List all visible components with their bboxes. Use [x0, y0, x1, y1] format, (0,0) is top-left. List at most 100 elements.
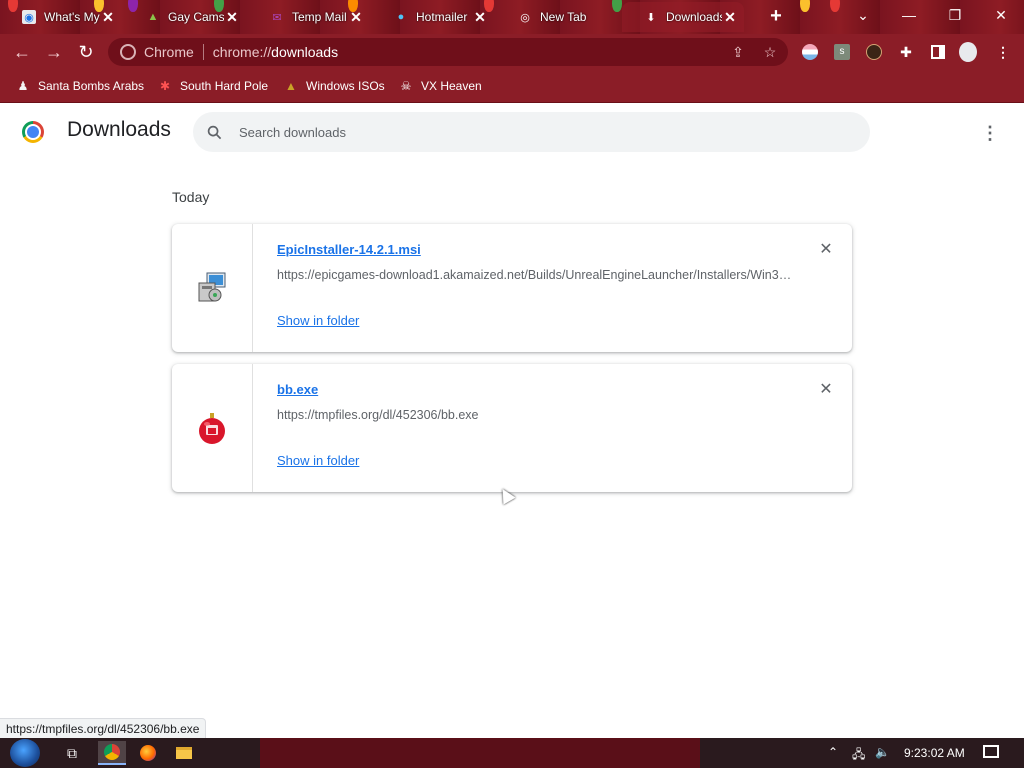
download-source-url: https://epicgames-download1.akamaized.ne… — [277, 268, 797, 282]
arrow-right-icon: → — [45, 41, 63, 62]
extension-avatar-icon[interactable] — [865, 43, 883, 61]
start-button[interactable] — [10, 739, 40, 767]
chrome-logo-icon — [22, 121, 44, 143]
remove-download-button[interactable]: ✕ — [816, 240, 836, 260]
extensions-puzzle-icon[interactable]: ✚ — [897, 43, 915, 61]
close-icon: ✕ — [819, 381, 833, 398]
close-icon[interactable]: ✕ — [100, 9, 116, 25]
back-button[interactable]: ← — [10, 40, 34, 64]
url-path: downloads — [271, 44, 339, 60]
firefox-icon — [140, 745, 156, 761]
network-icon[interactable]: 🖧 — [852, 745, 865, 766]
bookmark-santa-bombs-arabs[interactable]: ♟ Santa Bombs Arabs — [16, 76, 144, 96]
more-actions-button[interactable]: ⋮ — [980, 121, 1000, 145]
address-bar[interactable]: Chrome chrome://downloads — [108, 38, 788, 66]
date-heading: Today — [172, 189, 210, 205]
globe-icon: ● — [397, 11, 405, 23]
tab-gay-cams[interactable]: ▲ Gay Cams ✕ — [124, 2, 246, 32]
taskbar: ⧉ ⌃ 🖧 🔈 9:23:02 AM — [0, 738, 1024, 768]
show-in-folder-link[interactable]: Show in folder — [277, 453, 359, 468]
flag-icon — [802, 44, 818, 60]
star-icon[interactable]: ☆ — [761, 43, 779, 61]
face-icon — [866, 44, 882, 60]
page-title: Downloads — [67, 118, 171, 141]
task-view-icon: ⧉ — [67, 744, 77, 761]
status-bubble: https://tmpfiles.org/dl/452306/bb.exe — [0, 718, 207, 740]
bookmarks-bar: ♟ Santa Bombs Arabs ✱ South Hard Pole ▲ … — [0, 70, 1024, 103]
tab-downloads[interactable]: ⬇ Downloads ✕ — [622, 2, 744, 32]
close-icon[interactable]: ✕ — [722, 9, 738, 25]
file-icon-column — [172, 364, 253, 492]
tab-hotmailer[interactable]: ● Hotmailer ✕ — [372, 2, 494, 32]
download-icon: ⬇ — [646, 11, 656, 24]
bookmark-windows-isos[interactable]: ▲ Windows ISOs — [284, 76, 385, 96]
profile-button[interactable] — [959, 42, 977, 62]
show-hidden-icons-button[interactable]: ⌃ — [828, 745, 838, 759]
remove-download-button[interactable]: ✕ — [816, 380, 836, 400]
bookmark-south-hard-pole[interactable]: ✱ South Hard Pole — [158, 76, 268, 96]
restore-icon: ❐ — [948, 6, 962, 23]
clock[interactable]: 9:23:02 AM — [904, 746, 965, 760]
reload-button[interactable]: ↻ — [74, 40, 98, 64]
show-in-folder-link[interactable]: Show in folder — [277, 313, 359, 328]
download-item: bb.exe https://tmpfiles.org/dl/452306/bb… — [172, 364, 852, 492]
chevron-down-icon: ⌄ — [857, 6, 869, 23]
menu-kebab-icon[interactable]: ⋮ — [994, 43, 1012, 61]
minimize-icon: — — [902, 7, 916, 23]
tab-label: Downloads — [666, 10, 722, 24]
close-icon: ✕ — [819, 241, 833, 258]
tab-whats-my[interactable]: ◉ What's My ✕ — [0, 2, 122, 32]
restore-button[interactable]: ❐ — [932, 0, 978, 30]
taskbar-wallpaper-tint — [260, 738, 700, 768]
extension-flag-icon[interactable] — [801, 43, 819, 61]
bookmark-label: South Hard Pole — [180, 79, 269, 93]
action-center-button[interactable] — [983, 745, 999, 758]
taskbar-firefox[interactable] — [134, 741, 162, 765]
bookmark-vx-heaven[interactable]: ☠ VX Heaven — [399, 76, 482, 96]
task-view-button[interactable]: ⧉ — [58, 741, 86, 765]
globe-icon: ◉ — [22, 10, 36, 24]
extension-s-icon[interactable]: s — [833, 43, 851, 61]
forward-button[interactable]: → — [42, 40, 66, 64]
tab-new-tab[interactable]: ◎ New Tab — [496, 2, 618, 32]
search-icon — [206, 124, 222, 140]
close-icon[interactable]: ✕ — [224, 9, 240, 25]
tab-search-button[interactable]: ⌄ — [840, 0, 886, 30]
downloads-page: Downloads ⋮ Today EpicInstaller-14.2.1.m… — [0, 103, 1024, 738]
taskbar-file-explorer[interactable] — [170, 741, 198, 765]
download-filename-link[interactable]: EpicInstaller-14.2.1.msi — [277, 242, 421, 257]
side-panel-button[interactable] — [929, 43, 947, 61]
close-window-button[interactable]: ✕ — [978, 0, 1024, 30]
share-icon[interactable]: ⇪ — [729, 43, 747, 61]
bulb-decoration — [800, 0, 810, 12]
msi-installer-icon — [198, 272, 226, 302]
bookmark-label: VX Heaven — [421, 79, 482, 93]
download-filename-link[interactable]: bb.exe — [277, 382, 318, 397]
close-icon[interactable]: ✕ — [348, 9, 364, 25]
tab-label: Hotmailer — [416, 10, 468, 24]
minimize-button[interactable]: — — [886, 0, 932, 30]
s-icon: s — [834, 44, 850, 60]
tab-strip: ◉ What's My ✕ ▲ Gay Cams ✕ ✉ Temp Mail ✕… — [0, 0, 1024, 34]
omnibox-chip: Chrome — [144, 44, 194, 60]
tab-label: New Tab — [540, 10, 587, 24]
bookmark-label: Santa Bombs Arabs — [38, 79, 145, 93]
taskbar-chrome[interactable] — [98, 741, 126, 765]
new-tab-button[interactable]: + — [766, 6, 786, 27]
close-icon[interactable] — [596, 9, 612, 25]
tree-icon: ▲ — [285, 79, 297, 93]
tab-label: Temp Mail — [292, 10, 347, 24]
snowflake-icon: ✱ — [159, 79, 171, 93]
download-source-url: https://tmpfiles.org/dl/452306/bb.exe — [277, 408, 479, 422]
volume-icon[interactable]: 🔈 — [875, 745, 890, 759]
search-input[interactable] — [237, 123, 801, 141]
tab-label: What's My — [44, 10, 100, 24]
search-box[interactable] — [193, 112, 870, 152]
leaf-icon: ▲ — [147, 11, 159, 23]
close-icon[interactable]: ✕ — [472, 9, 488, 25]
tab-label: Gay Cams — [168, 10, 224, 24]
kebab-icon: ⋮ — [981, 123, 999, 143]
bulb-decoration — [830, 0, 840, 12]
tab-temp-mail[interactable]: ✉ Temp Mail ✕ — [248, 2, 370, 32]
close-icon: ✕ — [995, 6, 1007, 23]
